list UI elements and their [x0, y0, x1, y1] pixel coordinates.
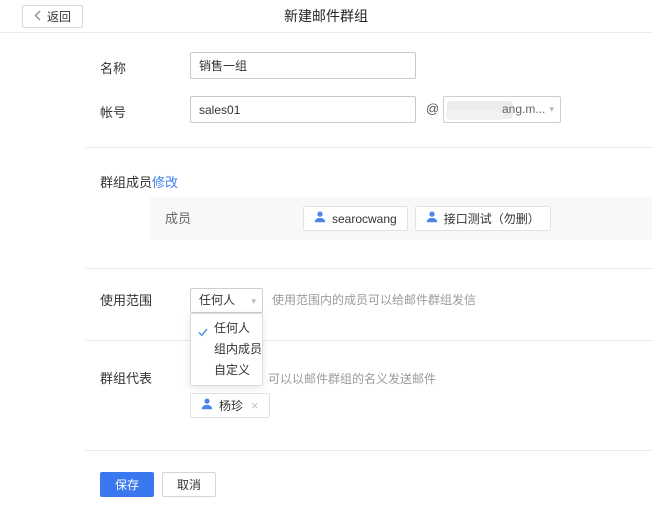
divider: [85, 340, 652, 341]
scope-select-value: 任何人: [199, 289, 235, 312]
scope-hint: 使用范围内的成员可以给邮件群组发信: [272, 291, 476, 308]
scope-option-label: 任何人: [214, 321, 250, 335]
representative-tag[interactable]: 杨珍 ×: [190, 393, 270, 418]
account-input[interactable]: [190, 96, 416, 123]
scope-label: 使用范围: [100, 290, 152, 309]
scope-option-label: 组内成员: [214, 342, 262, 356]
modify-members-link[interactable]: 修改: [152, 172, 178, 191]
representative-name: 杨珍: [219, 397, 243, 414]
create-mail-group-page: 返回 新建邮件群组 名称 帐号 @ ang.m... ▾ 群组成员 修改 成员 …: [0, 0, 652, 514]
member-name: searocwang: [332, 212, 397, 226]
representative-hint: 可以以邮件群组的名义发送邮件: [268, 370, 436, 387]
person-icon: [426, 211, 438, 226]
save-button[interactable]: 保存: [100, 472, 154, 497]
close-icon[interactable]: ×: [251, 398, 259, 413]
representative-tag-row: 杨珍 ×: [190, 393, 270, 418]
member-tag[interactable]: searocwang: [303, 206, 408, 231]
scope-select[interactable]: 任何人 ▾: [190, 288, 263, 313]
scope-option-label: 自定义: [214, 363, 250, 377]
caret-down-icon: ▾: [251, 289, 256, 314]
members-row-label: 成员: [165, 197, 191, 240]
caret-down-icon: ▾: [549, 97, 554, 122]
scope-option-custom[interactable]: 自定义: [191, 360, 262, 381]
members-panel: 成员 searocwang 接口测试（勿删）: [150, 197, 652, 240]
name-label: 名称: [100, 58, 126, 77]
members-tag-row: searocwang 接口测试（勿删）: [303, 206, 551, 231]
divider: [85, 450, 652, 451]
person-icon: [314, 211, 326, 226]
top-bar: 返回 新建邮件群组: [0, 0, 652, 33]
divider: [85, 268, 652, 269]
scope-option-group-members[interactable]: 组内成员: [191, 339, 262, 360]
domain-select[interactable]: ang.m... ▾: [443, 96, 561, 123]
group-members-label: 群组成员: [100, 172, 152, 191]
scope-dropdown-menu: 任何人 组内成员 自定义: [190, 313, 263, 386]
representative-label: 群组代表: [100, 368, 152, 387]
domain-select-value: ang.m...: [502, 97, 545, 122]
member-name: 接口测试（勿删）: [444, 210, 540, 227]
domain-redaction-blur-2: [446, 110, 504, 120]
name-input[interactable]: [190, 52, 416, 79]
at-symbol: @: [426, 101, 439, 116]
account-label: 帐号: [100, 102, 126, 121]
page-title: 新建邮件群组: [0, 0, 652, 33]
divider: [85, 147, 652, 148]
person-icon: [201, 398, 213, 413]
member-tag[interactable]: 接口测试（勿删）: [415, 206, 551, 231]
cancel-button[interactable]: 取消: [162, 472, 216, 497]
scope-option-anyone[interactable]: 任何人: [191, 318, 262, 339]
